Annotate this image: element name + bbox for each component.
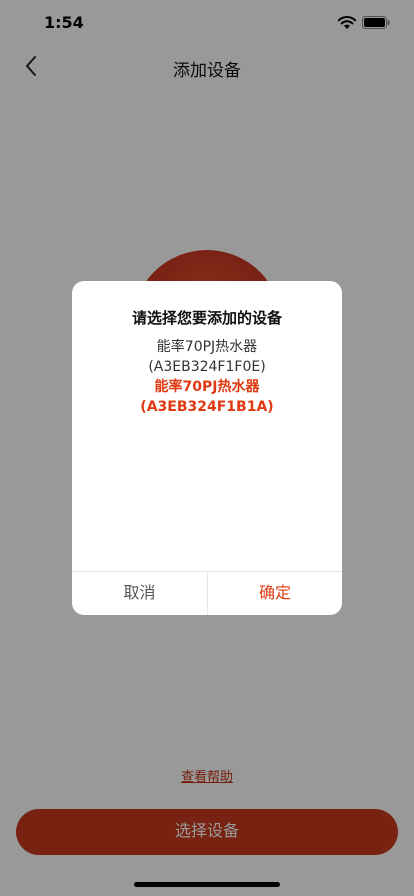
confirm-button[interactable]: 确定 xyxy=(207,572,342,615)
device-option[interactable]: 能率70PJ热水器 (A3EB324F1F0E) xyxy=(72,337,342,377)
device-name: 能率70PJ热水器 xyxy=(154,379,260,395)
dialog-title: 请选择您要添加的设备 xyxy=(131,309,282,327)
device-list: 能率70PJ热水器 (A3EB324F1F0E) 能率70PJ热水器 (A3EB… xyxy=(72,337,342,417)
cancel-button[interactable]: 取消 xyxy=(72,572,207,615)
device-id: (A3EB324F1F0E) xyxy=(148,359,266,375)
device-name: 能率70PJ热水器 xyxy=(156,339,258,355)
device-option-selected[interactable]: 能率70PJ热水器 (A3EB324F1B1A) xyxy=(72,377,342,417)
device-id: (A3EB324F1B1A) xyxy=(140,399,274,415)
device-select-dialog: 请选择您要添加的设备 能率70PJ热水器 (A3EB324F1F0E) 能率70… xyxy=(72,281,342,615)
